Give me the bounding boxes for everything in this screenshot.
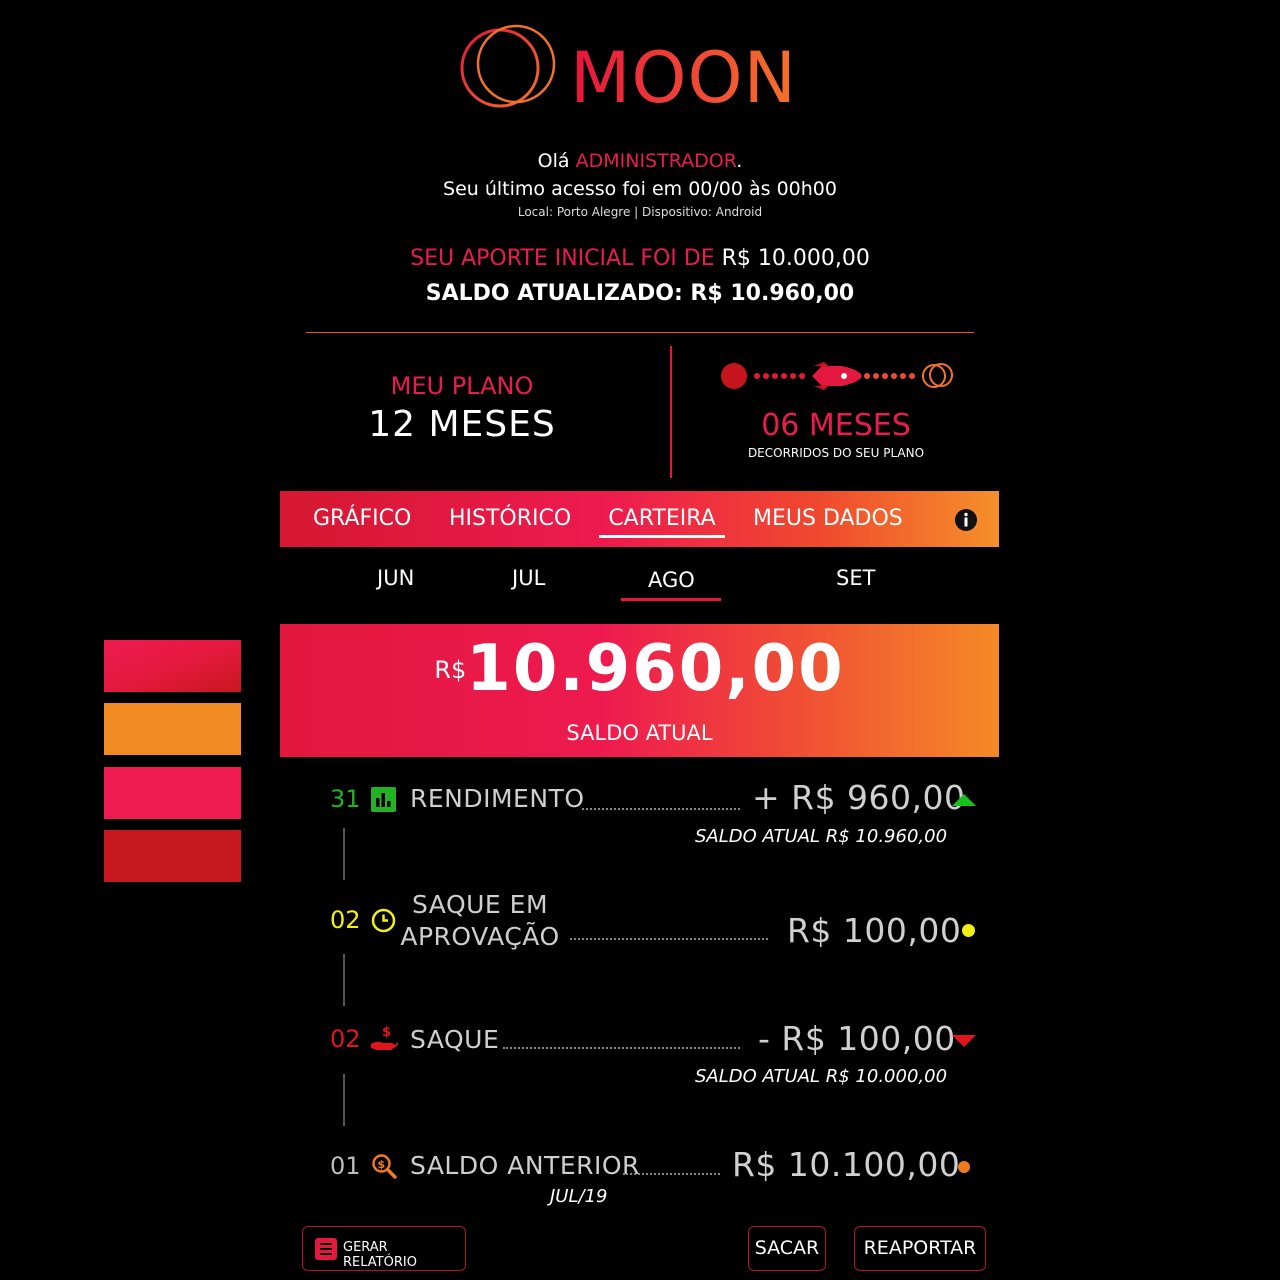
leader-dots: [623, 1173, 720, 1175]
plan-elapsed-value: 06 MESES: [761, 408, 911, 443]
search-money-icon: $: [372, 1154, 397, 1179]
transaction-label-line2: APROVAÇÃO: [400, 922, 560, 951]
transaction-label: SALDO ANTERIOR: [410, 1151, 640, 1180]
withdraw-button[interactable]: SACAR: [748, 1226, 826, 1271]
tab-carteira[interactable]: CARTEIRA: [599, 491, 725, 538]
transaction-subtext: SALDO ATUAL R$ 10.960,00: [695, 826, 948, 847]
generate-report-label: GERAR RELATÓRIO: [343, 1240, 417, 1270]
transaction-day: 31: [330, 785, 361, 813]
svg-text:$: $: [382, 1025, 391, 1040]
start-dot-icon: [721, 363, 747, 389]
month-ago[interactable]: AGO: [648, 568, 695, 592]
transaction-amount: - R$ 100,00: [758, 1019, 956, 1058]
transaction-label: RENDIMENTO: [410, 784, 585, 813]
transaction-label: SAQUE EM APROVAÇÃO: [400, 889, 560, 953]
timeline-line: [343, 954, 345, 1006]
timeline-line: [343, 828, 345, 880]
swatch-pink: [104, 767, 241, 819]
transaction-day: 02: [330, 906, 361, 934]
balance-currency: R$: [434, 656, 467, 684]
remaining-dots: [864, 373, 915, 379]
transaction-label-line1: SAQUE EM: [411, 890, 549, 919]
transaction-day: 01: [330, 1152, 361, 1180]
bar-chart-icon: [371, 787, 396, 812]
greeting-line: Olá ADMINISTRADOR.: [0, 150, 1280, 172]
swatch-orange: [104, 703, 241, 755]
month-jul[interactable]: JUL: [512, 566, 545, 590]
transaction-label: SAQUE: [410, 1025, 500, 1054]
transaction-day: 02: [330, 1025, 361, 1053]
status-dot-icon: [958, 1161, 970, 1173]
timeline-line: [343, 1074, 345, 1126]
last-access-text: Seu último acesso foi em 00/00 às 00h00: [443, 178, 837, 200]
main-tabs: GRÁFICO HISTÓRICO CARTEIRA MEUS DADOS: [280, 491, 999, 547]
location-text: Local: Porto Alegre | Dispositivo: Andro…: [517, 205, 763, 219]
balance-amount: R$10.960,00: [280, 632, 999, 706]
plan-divider: [670, 346, 672, 478]
swatch-gradient: [104, 640, 241, 692]
tab-meus-dados[interactable]: MEUS DADOS: [753, 491, 903, 547]
leader-dots: [582, 808, 740, 810]
arrow-down-icon: [952, 1035, 976, 1047]
balance-card: R$10.960,00 SALDO ATUAL: [280, 624, 999, 757]
info-icon[interactable]: [954, 508, 978, 532]
greeting-suffix: .: [736, 150, 743, 172]
transaction-amount: R$ 100,00: [787, 911, 962, 950]
brand-name: MOON: [570, 37, 797, 119]
money-hand-icon: $: [371, 1025, 398, 1050]
leader-dots: [570, 938, 768, 940]
transaction-amount: + R$ 960,00: [752, 778, 966, 817]
moon-goal-icon: [922, 363, 953, 388]
reinvest-button[interactable]: REAPORTAR: [854, 1226, 986, 1271]
initial-investment-value: R$ 10.000,00: [721, 246, 870, 271]
plan-value: 12 MESES: [368, 404, 556, 445]
divider: [306, 332, 974, 333]
rocket-icon: [812, 362, 862, 390]
balance-caption: SALDO ATUAL: [566, 721, 713, 745]
swatch-red: [104, 830, 241, 882]
generate-report-button[interactable]: GERAR RELATÓRIO: [302, 1226, 466, 1271]
initial-investment: SEU APORTE INICIAL FOI DE R$ 10.000,00: [0, 246, 1280, 271]
arrow-up-icon: [952, 794, 976, 806]
tab-historico[interactable]: HISTÓRICO: [449, 491, 571, 547]
balance-value: 10.960,00: [466, 632, 845, 706]
greeting-prefix: Olá: [537, 150, 570, 172]
report-icon: [315, 1238, 337, 1260]
leader-dots: [503, 1047, 740, 1049]
transaction-amount: R$ 10.100,00: [732, 1145, 961, 1184]
initial-investment-label: SEU APORTE INICIAL FOI DE: [410, 246, 715, 271]
status-dot-icon: [962, 924, 975, 937]
updated-balance: SALDO ATUALIZADO: R$ 10.960,00: [425, 281, 855, 306]
month-set[interactable]: SET: [836, 566, 875, 590]
plan-elapsed-caption: DECORRIDOS DO SEU PLANO: [747, 446, 925, 460]
clock-icon: [371, 908, 396, 933]
plan-label: MEU PLANO: [390, 372, 534, 400]
progress-dots: [754, 373, 805, 379]
tab-grafico[interactable]: GRÁFICO: [313, 491, 411, 547]
user-name: ADMINISTRADOR: [575, 150, 737, 172]
plan-progress-track: [721, 362, 953, 390]
transaction-subtext: SALDO ATUAL R$ 10.000,00: [695, 1066, 948, 1087]
month-jun[interactable]: JUN: [377, 566, 414, 590]
svg-text:$: $: [378, 1158, 386, 1171]
transaction-subtext: JUL/19: [550, 1186, 608, 1207]
month-active-underline: [621, 598, 721, 601]
